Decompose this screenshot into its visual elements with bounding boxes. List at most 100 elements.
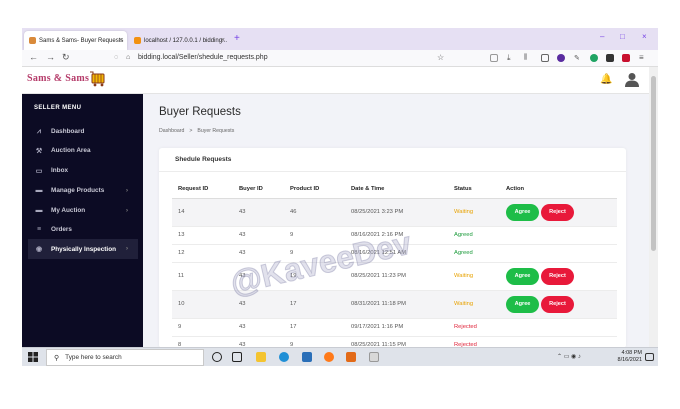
column-header: Request ID [172, 180, 233, 199]
firefox-icon[interactable] [324, 352, 334, 362]
card-divider [159, 171, 626, 172]
chevron-right-icon: › [126, 207, 128, 214]
screen: Sams & Sams- Buyer Requests × localhost … [22, 28, 658, 366]
column-header: Product ID [284, 180, 345, 199]
notification-bell-icon[interactable]: 🔔 [600, 74, 612, 85]
library-icon[interactable]: ⫼ [524, 54, 527, 62]
sidebar-item-label: Dashboard [51, 128, 85, 135]
edge-icon[interactable] [279, 352, 289, 362]
tab-label: Sams & Sams- Buyer Requests [39, 37, 124, 44]
buyer-id-cell: 43 [233, 226, 284, 245]
download-icon[interactable]: ⤓ [507, 53, 511, 63]
card-title: Shedule Requests [175, 156, 232, 163]
app-header: Sams & Sams 🔔 [22, 67, 658, 94]
tab-label: localhost / 127.0.0.1 / bidding... [144, 37, 228, 44]
close-tab-icon[interactable]: × [221, 37, 225, 44]
phpmyadmin-favicon-icon [134, 37, 141, 44]
browser-nav-bar: ← → ↻ ◌ ⌂ bidding.local/Seller/shedule_r… [22, 50, 658, 67]
reject-button[interactable]: Reject [541, 203, 574, 221]
windows-start-icon[interactable] [28, 352, 38, 362]
sidebar-item-label: Manage Products [51, 187, 105, 194]
close-window-button[interactable]: × [642, 32, 647, 41]
extension-dark-icon[interactable] [606, 54, 614, 62]
bookmark-star-icon[interactable]: ☆ [437, 53, 444, 62]
sidebar-item-inbox[interactable]: ▭ Inbox [28, 161, 138, 180]
extension-k-icon[interactable] [557, 54, 565, 62]
search-placeholder: Type here to search [65, 354, 122, 361]
store-icon[interactable] [302, 352, 312, 362]
minimize-button[interactable]: – [600, 32, 604, 41]
xampp-icon[interactable] [346, 352, 356, 362]
table-row: 14 43 46 08/25/2021 3:23 PM Waiting Agre… [172, 198, 617, 227]
eye-icon: ◉ [35, 246, 43, 253]
database-icon: ≡ [36, 226, 42, 233]
app-icon[interactable] [369, 352, 379, 362]
sidebar-item-orders[interactable]: ≡ Orders [28, 220, 138, 239]
request-id-cell: 12 [172, 244, 233, 263]
sidebar-item-manage-products[interactable]: ▬ Manage Products › [28, 181, 138, 200]
close-tab-icon[interactable]: × [119, 37, 123, 44]
user-avatar-icon[interactable] [625, 72, 639, 87]
breadcrumb-dashboard-link[interactable]: Dashboard [159, 128, 184, 134]
folder-icon: ▬ [35, 207, 43, 214]
task-view-icon[interactable] [232, 352, 242, 362]
agree-button[interactable]: Agree [506, 203, 539, 221]
menu-icon[interactable]: ≡ [639, 53, 644, 62]
taskbar-clock[interactable]: 4:08 PM 8/16/2021 [610, 350, 642, 364]
sidebar-item-dashboard[interactable]: ⩘ Dashboard [28, 122, 138, 141]
column-header: Action [500, 180, 617, 199]
action-cell: Agree Reject [500, 198, 617, 227]
agree-button[interactable]: Agree [506, 267, 539, 285]
sidebar-item-label: Physically Inspection [51, 245, 116, 253]
reload-icon[interactable]: ↻ [62, 52, 70, 63]
buyer-id-cell: 43 [233, 318, 284, 337]
extension-green-icon[interactable] [590, 54, 598, 62]
file-explorer-icon[interactable] [256, 352, 266, 362]
request-id-cell: 11 [172, 262, 233, 291]
reject-button[interactable]: Reject [541, 295, 574, 313]
scrollbar-thumb[interactable] [651, 76, 656, 251]
status-cell: Waiting [448, 262, 500, 291]
pocket-icon[interactable] [490, 54, 498, 62]
back-icon[interactable]: ← [29, 52, 38, 62]
product-id-cell: 46 [284, 198, 345, 227]
logo-text[interactable]: Sams & Sams [27, 73, 89, 84]
notification-center-icon[interactable] [645, 353, 654, 361]
sidebar-item-my-auction[interactable]: ▬ My Auction › [28, 201, 138, 220]
maximize-button[interactable]: □ [620, 32, 625, 41]
extension-red-icon[interactable] [622, 54, 630, 62]
sidebar-title: SELLER MENU [34, 105, 82, 111]
action-cell: Agree Reject [500, 262, 617, 291]
sidebar-item-label: Orders [51, 226, 72, 233]
product-id-cell: 17 [284, 318, 345, 337]
sidebar-item-auction-area[interactable]: ⚒ Auction Area [28, 141, 138, 160]
column-header: Status [448, 180, 500, 199]
request-id-cell: 10 [172, 290, 233, 319]
windows-taskbar: ⚲ Type here to search ⌃ ▭ ◉ ♪ 4:08 PM 8/… [22, 347, 658, 366]
status-cell: Waiting [448, 198, 500, 227]
inbox-icon: ▭ [35, 167, 43, 175]
sidebar-icon[interactable] [541, 54, 549, 62]
action-cell: Agree Reject [500, 290, 617, 319]
status-cell: Waiting [448, 290, 500, 319]
column-header: Date & Time [345, 180, 448, 199]
action-cell [500, 226, 617, 245]
tab-buyer-requests[interactable]: Sams & Sams- Buyer Requests × [24, 31, 127, 50]
agree-button[interactable]: Agree [506, 295, 539, 313]
search-icon: ⚲ [54, 354, 60, 362]
lock-icon[interactable]: ⌂ [126, 54, 130, 61]
new-tab-button[interactable]: + [234, 33, 240, 44]
edit-icon[interactable]: ✎ [574, 54, 580, 62]
url-bar[interactable]: bidding.local/Seller/shedule_requests.ph… [138, 54, 268, 61]
forward-icon[interactable]: → [46, 52, 55, 62]
shield-icon[interactable]: ◌ [114, 54, 118, 61]
tab-phpmyadmin[interactable]: localhost / 127.0.0.1 / bidding... × [129, 31, 229, 50]
cortana-icon[interactable] [212, 352, 222, 362]
reject-button[interactable]: Reject [541, 267, 574, 285]
sidebar-item-label: Auction Area [51, 147, 91, 154]
taskbar-search-input[interactable]: ⚲ Type here to search [46, 349, 204, 366]
system-tray-icons[interactable]: ⌃ ▭ ◉ ♪ [557, 353, 581, 360]
vertical-scrollbar[interactable] [649, 67, 658, 347]
sidebar-item-label: Inbox [51, 167, 69, 174]
sidebar-item-physically-inspection[interactable]: ◉ Physically Inspection › [28, 239, 138, 259]
